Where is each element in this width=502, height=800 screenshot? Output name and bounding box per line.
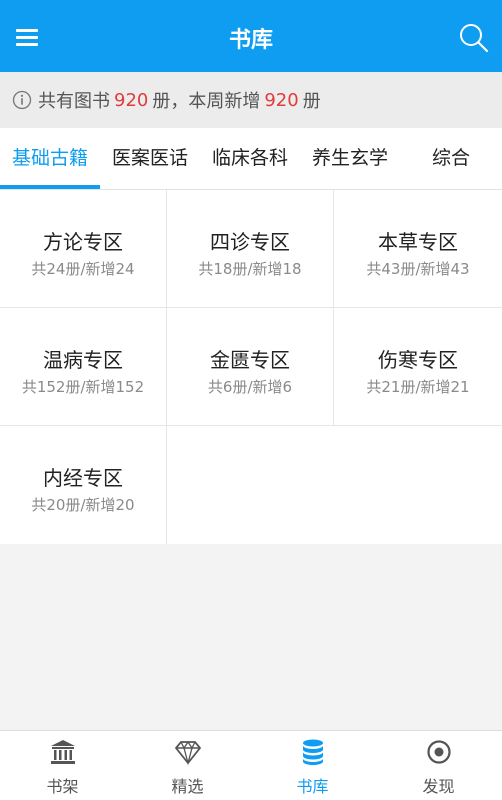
nav-featured[interactable]: 精选 xyxy=(125,731,250,800)
nav-bookshelf[interactable]: 书架 xyxy=(0,731,125,800)
bottom-navigation: 书架 精选 书库 发现 xyxy=(0,730,502,800)
section-card[interactable]: 四诊专区 共18册/新增18 xyxy=(167,190,334,308)
app-header: 书库 xyxy=(0,0,502,72)
nav-label: 书架 xyxy=(46,777,79,796)
database-icon xyxy=(302,739,323,765)
section-count: 共152册/新增152 xyxy=(21,378,145,396)
section-card[interactable]: 温病专区 共152册/新增152 xyxy=(0,308,167,426)
section-card[interactable]: 方论专区 共24册/新增24 xyxy=(0,190,167,308)
category-tabs: 基础古籍 医案医话 临床各科 养生玄学 综合 xyxy=(0,128,502,190)
diamond-icon xyxy=(174,741,201,766)
section-title: 方论专区 xyxy=(43,230,123,254)
summary-prefix: 共有图书 xyxy=(38,91,110,112)
nav-library[interactable]: 书库 xyxy=(250,731,375,800)
tab-clinical[interactable]: 临床各科 xyxy=(200,128,300,190)
section-title: 伤寒专区 xyxy=(378,348,458,372)
section-title: 温病专区 xyxy=(43,348,123,372)
page-title: 书库 xyxy=(228,28,273,53)
section-title: 内经专区 xyxy=(43,466,123,490)
section-card[interactable]: 本草专区 共43册/新增43 xyxy=(334,190,502,308)
summary-suffix: 册 xyxy=(302,91,321,112)
info-icon xyxy=(12,90,32,110)
active-tab-indicator xyxy=(0,185,100,189)
new-count: 920 xyxy=(264,89,299,111)
nav-label: 书库 xyxy=(296,777,329,796)
section-title: 四诊专区 xyxy=(210,230,290,254)
tab-comprehensive[interactable]: 综合 xyxy=(400,128,502,190)
empty-cell xyxy=(167,426,502,544)
section-count: 共6册/新增6 xyxy=(207,378,293,396)
section-card[interactable]: 伤寒专区 共21册/新增21 xyxy=(334,308,502,426)
section-card[interactable]: 金匮专区 共6册/新增6 xyxy=(167,308,334,426)
nav-label: 精选 xyxy=(171,777,204,796)
section-count: 共18册/新增18 xyxy=(198,260,302,278)
total-count: 920 xyxy=(114,89,149,111)
bookshelf-icon xyxy=(50,740,75,764)
section-count: 共21册/新增21 xyxy=(366,378,470,396)
section-card[interactable]: 内经专区 共20册/新增20 xyxy=(0,426,167,544)
summary-middle: 册，本周新增 xyxy=(152,91,261,112)
tab-basic-classics[interactable]: 基础古籍 xyxy=(0,128,100,190)
nav-discover[interactable]: 发现 xyxy=(375,731,502,800)
section-title: 金匮专区 xyxy=(210,348,290,372)
section-count: 共20册/新增20 xyxy=(31,496,135,514)
library-summary: 共有图书 920 册，本周新增 920 册 xyxy=(0,72,502,128)
discover-icon xyxy=(426,740,451,764)
section-title: 本草专区 xyxy=(378,230,458,254)
search-icon[interactable] xyxy=(458,22,490,54)
nav-label: 发现 xyxy=(422,777,455,796)
section-count: 共24册/新增24 xyxy=(31,260,135,278)
section-count: 共43册/新增43 xyxy=(366,260,470,278)
tab-health-preservation[interactable]: 养生玄学 xyxy=(300,128,400,190)
tab-medical-cases[interactable]: 医案医话 xyxy=(100,128,200,190)
